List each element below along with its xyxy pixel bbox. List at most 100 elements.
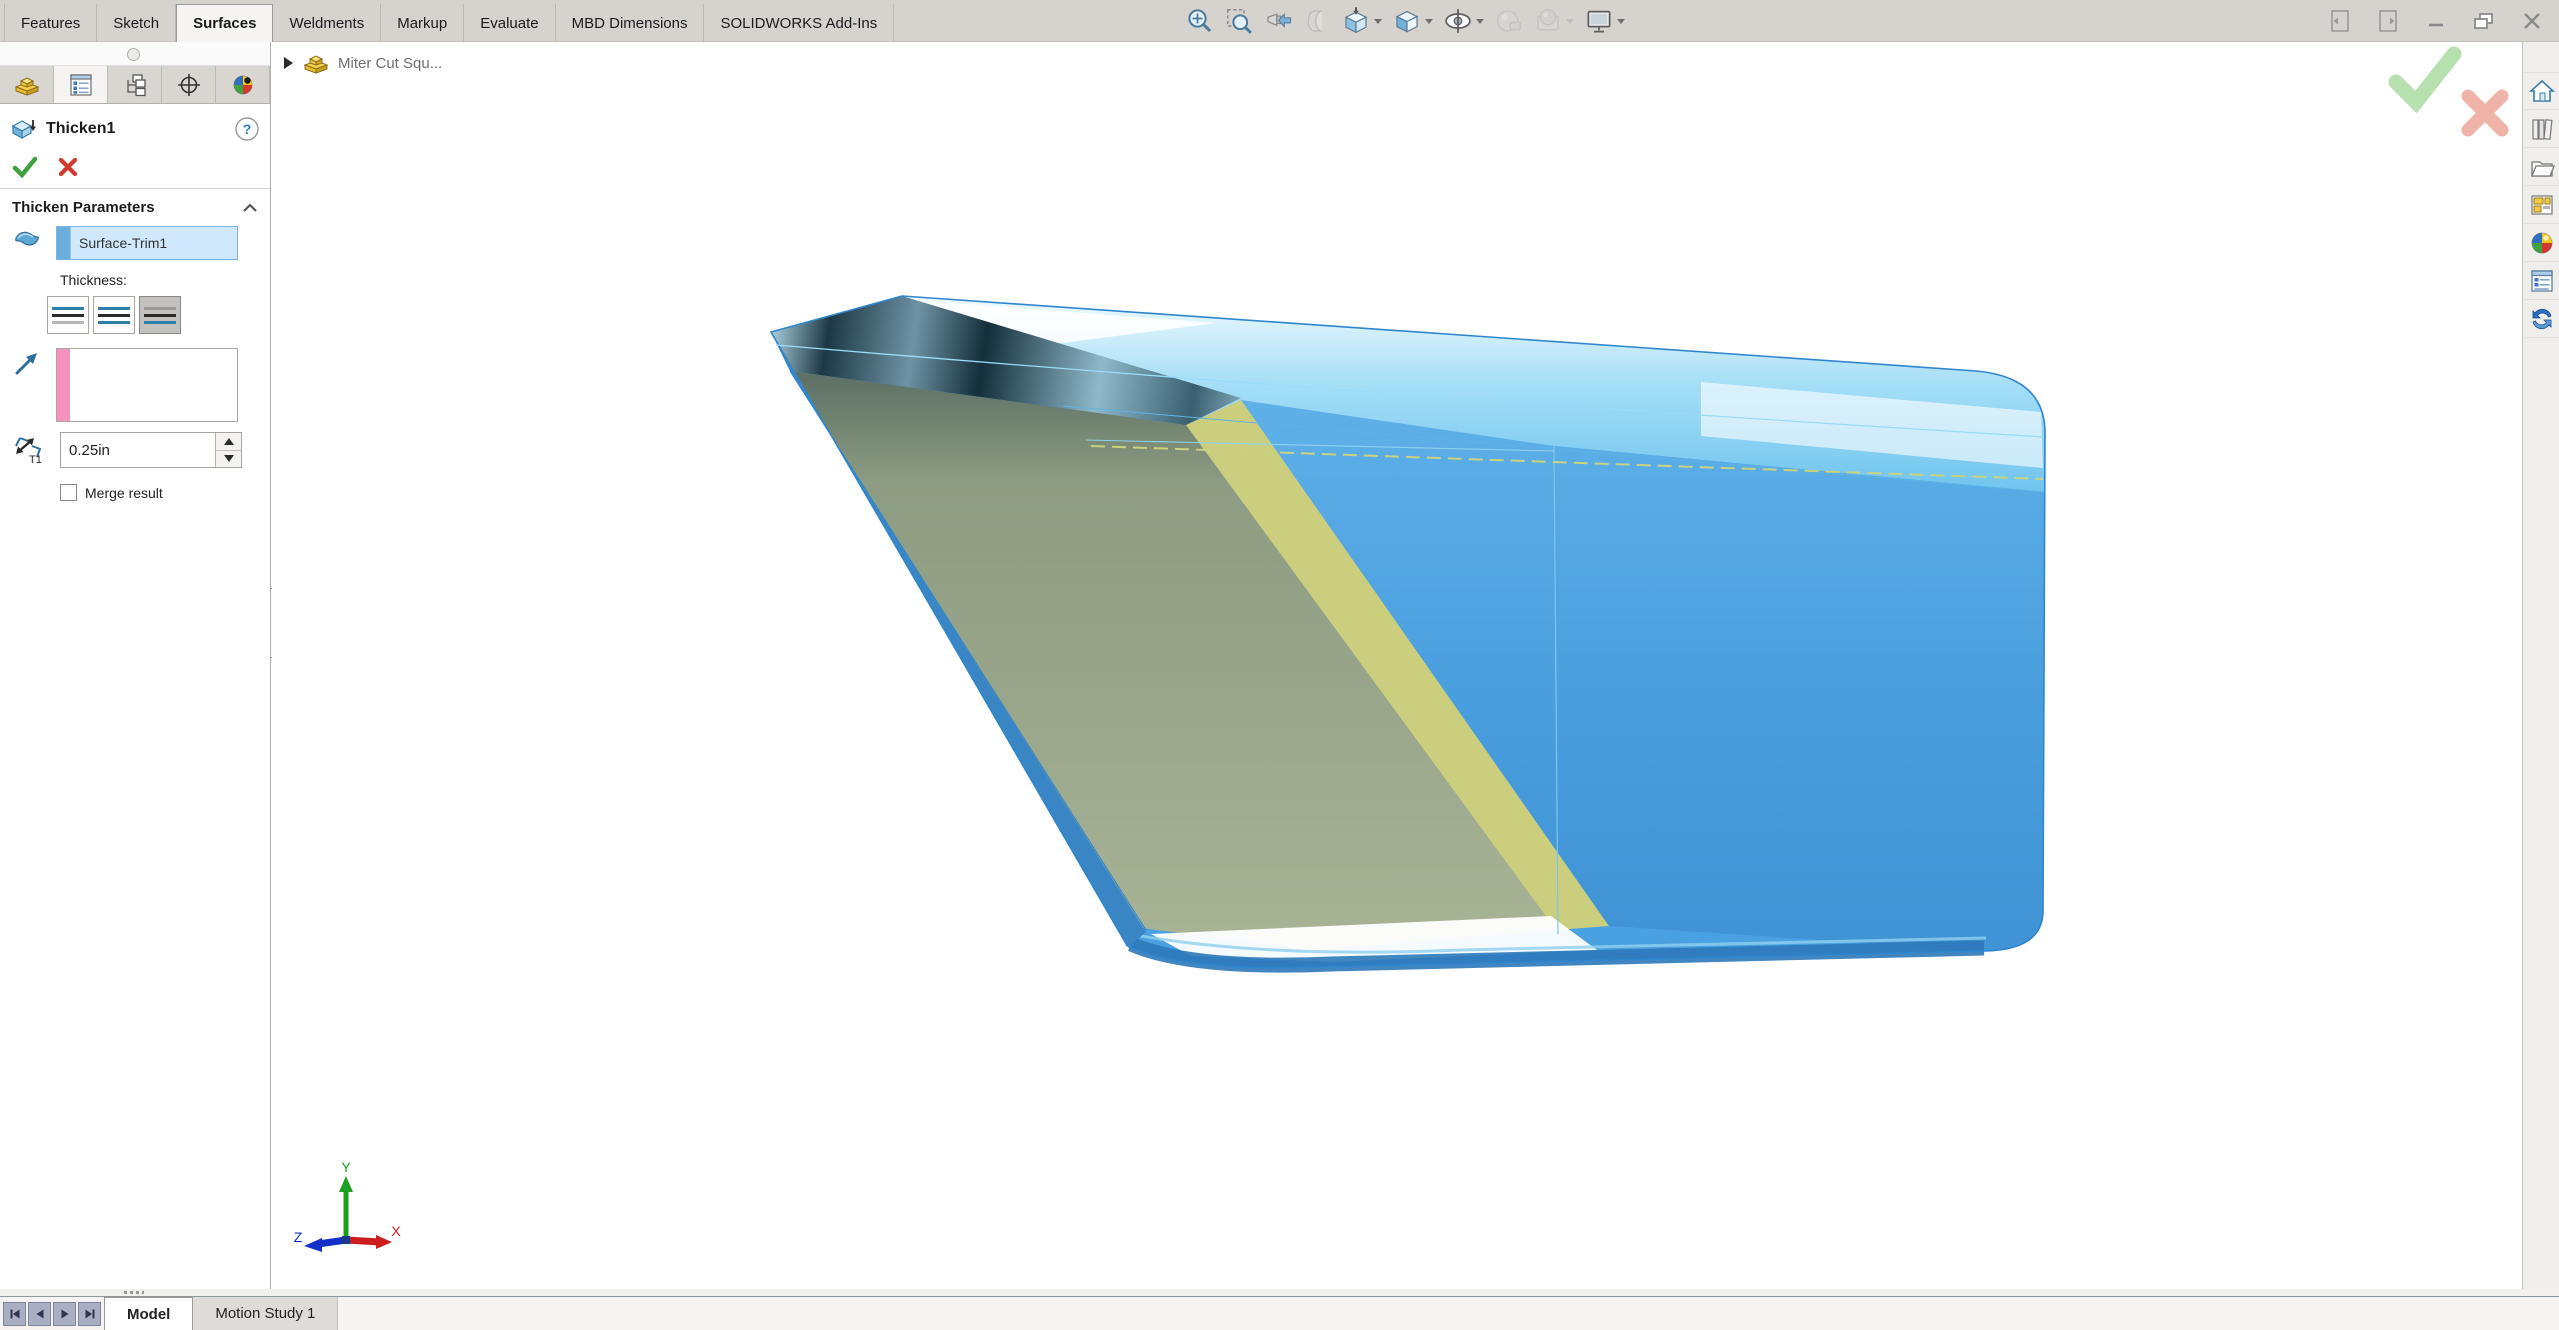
- direction-arrow-icon: [12, 348, 42, 378]
- window-controls: [2327, 0, 2545, 42]
- collapse-chevron-icon[interactable]: [242, 203, 258, 213]
- apply-scene-icon: [1533, 6, 1575, 36]
- ribbon-tab-solidworks-add-ins[interactable]: SOLIDWORKS Add-Ins: [704, 4, 894, 42]
- feature-actions: [0, 148, 270, 189]
- section-view-icon: [1302, 6, 1332, 36]
- property-manager-panel: Thicken1 ? Thicken Parameters: [0, 42, 271, 1296]
- minimize-button[interactable]: [2423, 8, 2449, 34]
- bottom-splitter[interactable]: [0, 1289, 2559, 1296]
- thicken-both-sides-button[interactable]: [93, 296, 135, 334]
- dropdown-caret-icon[interactable]: [1616, 17, 1626, 25]
- file-explorer-icon[interactable]: [2523, 148, 2559, 186]
- first-frame-button[interactable]: [3, 1302, 26, 1326]
- direction-selection-row: [0, 338, 270, 426]
- ribbon-tab-surfaces[interactable]: Surfaces: [176, 4, 273, 42]
- model-3d-view: [761, 280, 2061, 1000]
- task-pane: [2522, 42, 2559, 1296]
- section-title: Thicken Parameters: [12, 199, 242, 216]
- ribbon-tab-evaluate[interactable]: Evaluate: [464, 4, 555, 42]
- sheet-tab-bar: Model Motion Study 1: [0, 1296, 2559, 1330]
- surface-selection-row: Surface-Trim1: [0, 222, 270, 264]
- cancel-button[interactable]: [58, 157, 78, 177]
- part-icon[interactable]: [302, 50, 330, 76]
- appearances-scenes-icon[interactable]: [2523, 224, 2559, 262]
- triad-y-label: Y: [341, 1160, 351, 1175]
- ribbon-tab-mbd-dimensions[interactable]: MBD Dimensions: [556, 4, 705, 42]
- expand-tree-icon[interactable]: [282, 56, 294, 70]
- tab-motion-study-1[interactable]: Motion Study 1: [193, 1297, 338, 1330]
- tab-display-manager[interactable]: [216, 66, 270, 103]
- dropdown-caret-icon[interactable]: [1373, 17, 1383, 25]
- svg-text:T1: T1: [29, 454, 42, 466]
- direction-strip: [57, 349, 70, 421]
- confirm-cancel-button[interactable]: [2458, 86, 2512, 140]
- dropdown-caret-icon: [1565, 17, 1575, 25]
- thickness-label: Thickness:: [60, 272, 127, 288]
- ribbon-tab-sketch[interactable]: Sketch: [97, 4, 176, 42]
- hide-show-items-icon[interactable]: [1443, 6, 1485, 36]
- thickness-value[interactable]: 0.25in: [61, 433, 215, 467]
- tab-featuremanager-design-tree[interactable]: [0, 66, 54, 103]
- ribbon-tab-features[interactable]: Features: [4, 4, 97, 42]
- help-icon[interactable]: ?: [234, 116, 260, 142]
- previous-view-icon[interactable]: [1263, 6, 1293, 36]
- thickness-options: [47, 292, 270, 338]
- ok-button[interactable]: [12, 156, 38, 178]
- view-orientation-icon[interactable]: [1341, 6, 1383, 36]
- merge-result-label: Merge result: [85, 485, 163, 501]
- display-manager-icon: [229, 72, 257, 98]
- feature-title-row: Thicken1 ?: [0, 104, 270, 148]
- design-library-icon[interactable]: [2523, 110, 2559, 148]
- design-tree-icon: [13, 72, 41, 98]
- restore-button[interactable]: [2471, 8, 2497, 34]
- graphics-viewport[interactable]: Miter Cut Squ...: [272, 42, 2522, 1296]
- tab-property-manager[interactable]: [54, 66, 108, 103]
- panel-splitter[interactable]: [0, 42, 270, 66]
- confirm-accept-button[interactable]: [2384, 44, 2464, 114]
- motion-nav-controls: [0, 1297, 104, 1330]
- dropdown-caret-icon[interactable]: [1475, 17, 1485, 25]
- solidworks-resources-icon[interactable]: [2523, 72, 2559, 110]
- tab-dimxpert-manager[interactable]: [162, 66, 216, 103]
- splitter-knob[interactable]: [127, 48, 140, 61]
- thicken-side-1-button[interactable]: [47, 296, 89, 334]
- close-button[interactable]: [2519, 8, 2545, 34]
- view-palette-icon[interactable]: [2523, 186, 2559, 224]
- next-frame-button[interactable]: [53, 1302, 76, 1326]
- ribbon-tab-markup[interactable]: Markup: [381, 4, 464, 42]
- thicken-side-2-button[interactable]: [139, 296, 181, 334]
- thickness-input[interactable]: 0.25in: [60, 432, 242, 468]
- next-window-icon[interactable]: [2375, 8, 2401, 34]
- selection-strip: [57, 227, 70, 259]
- custom-properties-icon[interactable]: [2523, 262, 2559, 300]
- direction-list-box[interactable]: [56, 348, 238, 422]
- previous-frame-button[interactable]: [28, 1302, 51, 1326]
- last-frame-button[interactable]: [78, 1302, 101, 1326]
- tab-model[interactable]: Model: [104, 1297, 193, 1330]
- feature-title: Thicken1: [46, 120, 234, 138]
- zoom-to-fit-icon[interactable]: [1185, 6, 1215, 36]
- merge-result-checkbox[interactable]: [60, 484, 77, 501]
- triad-z-label: Z: [294, 1229, 303, 1245]
- ribbon-bar: Features Sketch Surfaces Weldments Marku…: [0, 0, 2559, 42]
- edit-appearance-icon: [1494, 6, 1524, 36]
- display-style-icon[interactable]: [1392, 6, 1434, 36]
- heads-up-view-toolbar: [1185, 2, 1626, 40]
- view-settings-icon[interactable]: [1584, 6, 1626, 36]
- thicken-feature-icon: [10, 116, 38, 142]
- previous-window-icon[interactable]: [2327, 8, 2353, 34]
- tab-configuration-manager[interactable]: [108, 66, 162, 103]
- spin-up-button[interactable]: [216, 433, 241, 451]
- ribbon-tab-weldments[interactable]: Weldments: [273, 4, 381, 42]
- thickness-value-row: T1 0.25in: [0, 426, 270, 472]
- zoom-to-area-icon[interactable]: [1224, 6, 1254, 36]
- solidworks-forum-icon[interactable]: [2523, 300, 2559, 338]
- surface-selection-box[interactable]: Surface-Trim1: [56, 226, 238, 260]
- dropdown-caret-icon[interactable]: [1424, 17, 1434, 25]
- spin-down-button[interactable]: [216, 451, 241, 468]
- configuration-manager-icon: [121, 72, 149, 98]
- selected-surface-value[interactable]: Surface-Trim1: [70, 227, 237, 259]
- part-name[interactable]: Miter Cut Squ...: [338, 55, 442, 72]
- svg-text:?: ?: [243, 121, 252, 137]
- thicken-parameters-section[interactable]: Thicken Parameters: [0, 189, 270, 222]
